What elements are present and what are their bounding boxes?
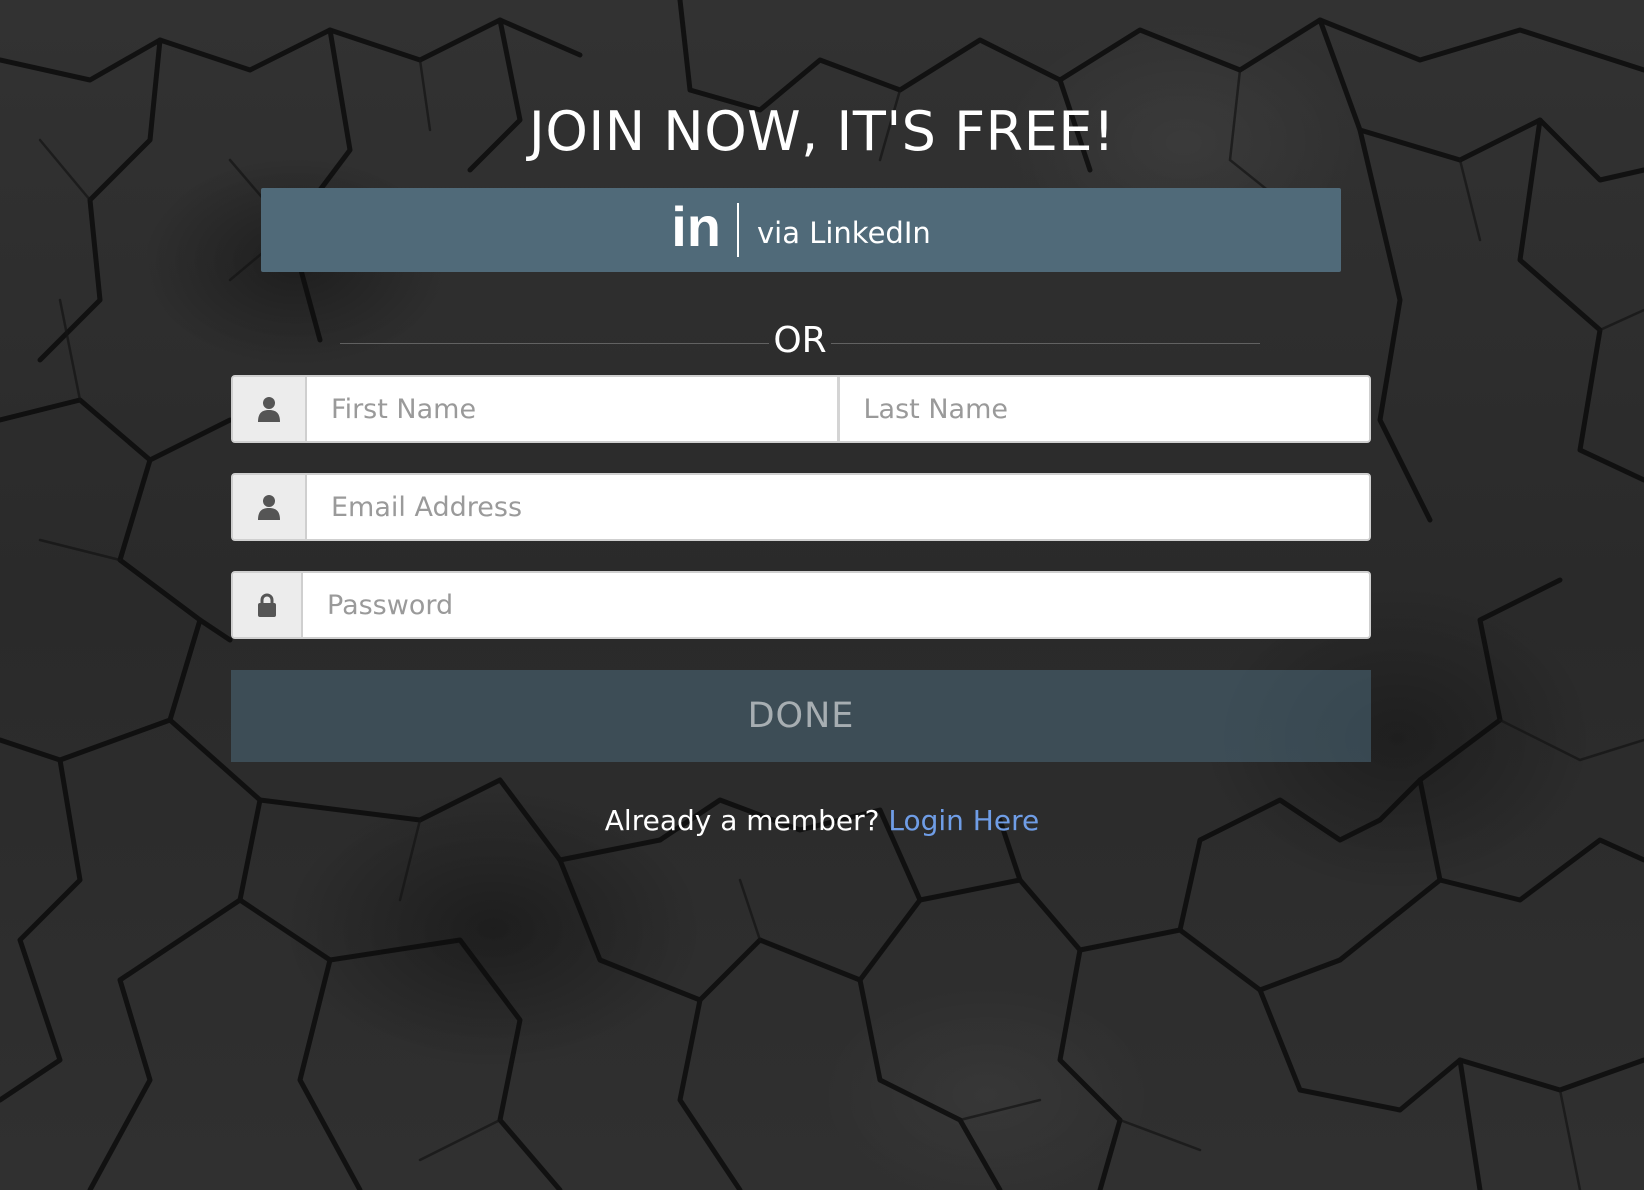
page-title: JOIN NOW, IT'S FREE!: [528, 100, 1116, 163]
or-line-left: [340, 342, 770, 344]
last-name-input[interactable]: [839, 377, 1369, 441]
password-input[interactable]: [303, 573, 1369, 637]
linkedin-button-label: via LinkedIn: [757, 216, 931, 250]
linkedin-divider: [737, 203, 739, 257]
done-button[interactable]: DONE: [231, 670, 1371, 762]
or-divider: OR: [340, 315, 1261, 365]
user-icon: [233, 475, 307, 539]
first-name-input[interactable]: [307, 377, 840, 441]
lock-icon: [233, 573, 303, 637]
or-text: OR: [773, 319, 827, 361]
email-field-row: [231, 473, 1371, 541]
user-icon: [233, 377, 307, 441]
or-line-right: [830, 342, 1261, 344]
login-prompt: Already a member? Login Here: [0, 804, 1644, 837]
password-field-row: [231, 571, 1371, 639]
login-link[interactable]: Login Here: [888, 804, 1039, 837]
linkedin-signup-button[interactable]: in via LinkedIn: [261, 188, 1341, 272]
linkedin-icon: in: [671, 195, 721, 258]
login-prompt-text: Already a member?: [604, 804, 880, 837]
name-field-row: [231, 375, 1371, 443]
email-input[interactable]: [307, 475, 1369, 539]
